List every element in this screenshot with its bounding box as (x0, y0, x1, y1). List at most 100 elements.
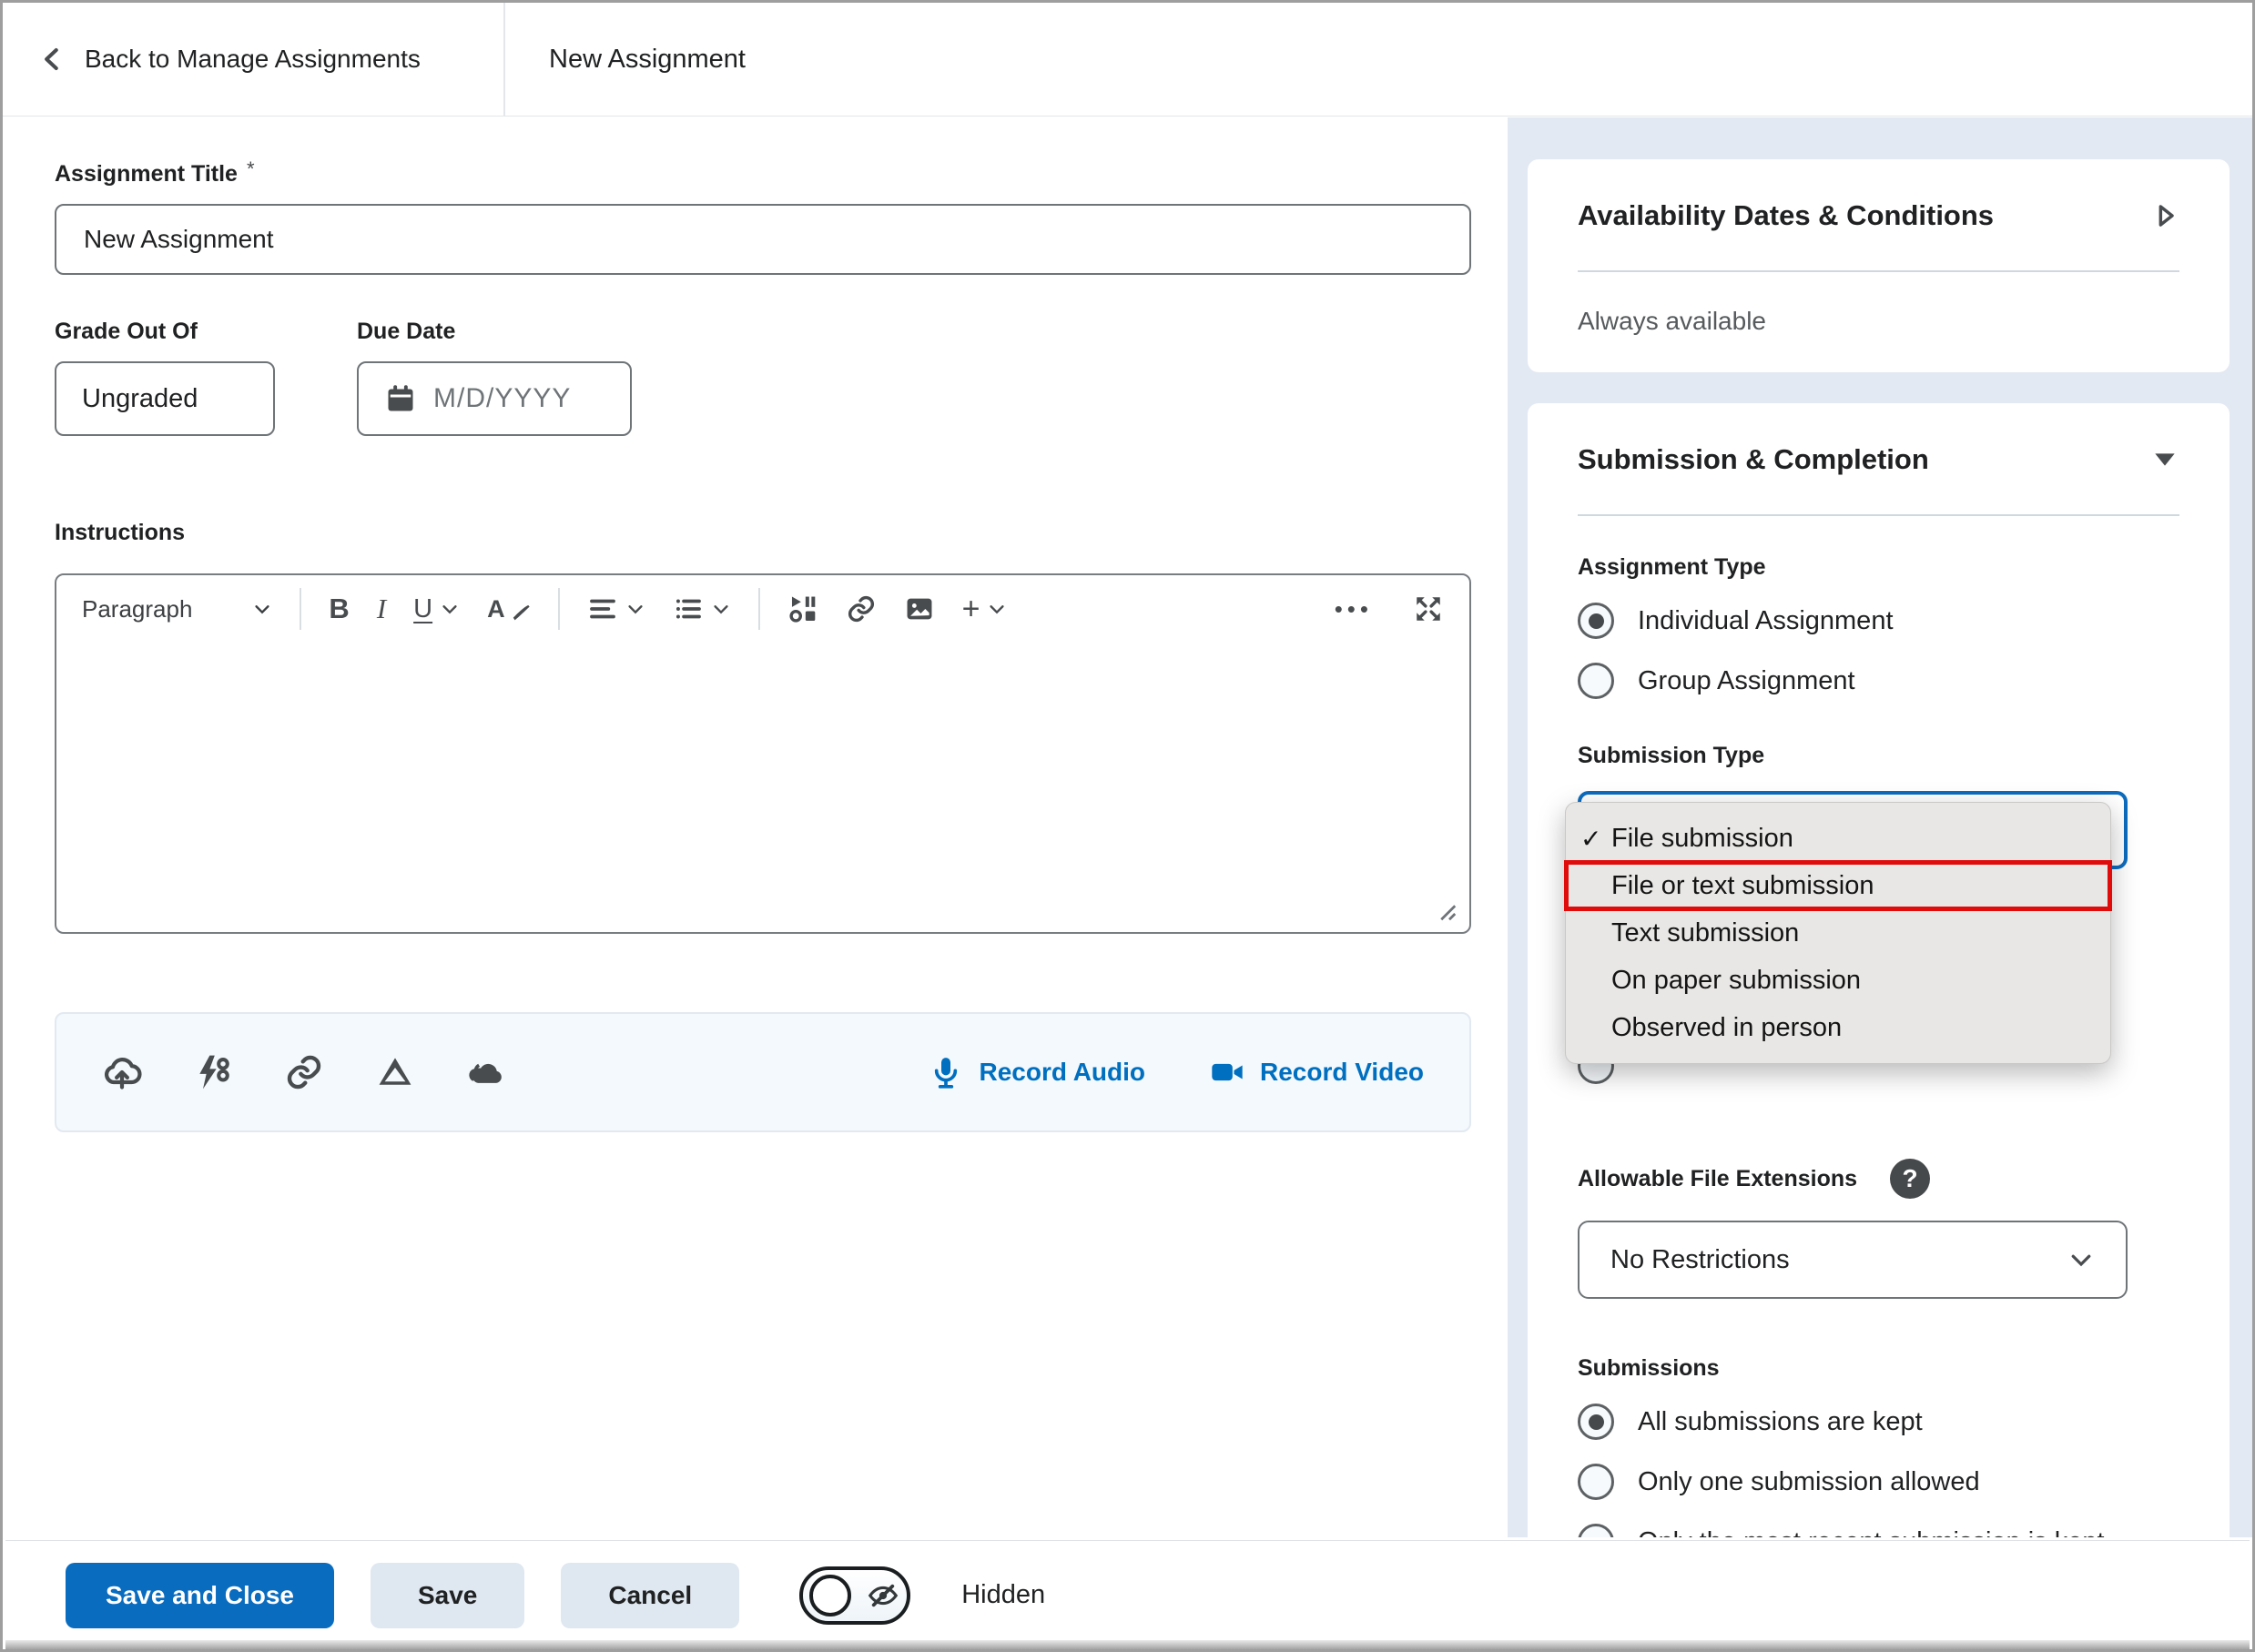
chevron-down-icon (2067, 1246, 2095, 1273)
new-assignment-screen: Back to Manage Assignments New Assignmen… (0, 0, 2255, 1652)
attach-weblink-icon[interactable] (284, 1052, 324, 1092)
back-link[interactable]: Back to Manage Assignments (39, 45, 503, 74)
settings-sidebar: Availability Dates & Conditions Always a… (1508, 117, 2252, 1537)
video-camera-icon (1209, 1054, 1245, 1090)
availability-title: Availability Dates & Conditions (1578, 199, 1994, 232)
italic-button[interactable]: I (377, 593, 386, 625)
chevron-down-icon (711, 599, 731, 619)
fullscreen-button[interactable] (1413, 593, 1444, 624)
radio-individual-assignment[interactable]: Individual Assignment (1578, 603, 2179, 639)
submissions-label: Submissions (1578, 1355, 2179, 1382)
insert-image-button[interactable] (904, 593, 935, 624)
file-extensions-label: Allowable File Extensions ? (1578, 1159, 2179, 1199)
menu-option-file-or-text-submission[interactable]: File or text submission (1566, 862, 2110, 909)
align-button[interactable] (587, 593, 645, 624)
underline-button[interactable]: U (413, 594, 460, 624)
save-and-close-button[interactable]: Save and Close (66, 1563, 334, 1628)
radio-button (1578, 663, 1614, 699)
check-icon: ✓ (1580, 824, 1601, 854)
card-divider (1578, 270, 2179, 272)
grade-out-of-button[interactable]: Ungraded (55, 361, 275, 436)
toolbar-divider (758, 588, 760, 630)
toolbar-right-group: ••• (1335, 593, 1444, 624)
chevron-down-icon (987, 599, 1007, 619)
fullscreen-icon (1413, 593, 1444, 624)
radio-button (1578, 1464, 1614, 1500)
calendar-icon (384, 382, 417, 415)
header-divider (503, 3, 505, 116)
menu-option-on-paper-submission[interactable]: On paper submission (1566, 957, 2110, 1004)
radio-group-assignment[interactable]: Group Assignment (1578, 663, 2179, 699)
submission-completion-header[interactable]: Submission & Completion (1578, 443, 2179, 476)
header: Back to Manage Assignments New Assignmen… (3, 3, 2252, 117)
brush-icon (511, 603, 531, 623)
assignment-title-input[interactable] (55, 204, 1471, 275)
attach-existing-activity-icon[interactable] (193, 1052, 233, 1092)
toolbar-overflow-button[interactable]: ••• (1335, 595, 1373, 623)
visibility-toggle[interactable] (799, 1566, 910, 1625)
menu-option-observed-in-person[interactable]: Observed in person (1566, 1004, 2110, 1051)
font-color-button[interactable]: A (487, 595, 531, 623)
file-extensions-select[interactable]: No Restrictions (1578, 1221, 2128, 1299)
toggle-knob (809, 1575, 851, 1617)
record-video-button[interactable]: Record Video (1209, 1054, 1424, 1090)
back-chevron-icon (39, 46, 66, 73)
submission-type-menu: ✓ File submission File or text submissio… (1565, 802, 2111, 1064)
insert-more-button[interactable]: + (962, 592, 1008, 627)
availability-header[interactable]: Availability Dates & Conditions (1578, 199, 2179, 232)
chevron-down-icon (440, 599, 460, 619)
insert-stuff-icon (787, 593, 818, 624)
chevron-right-icon (2150, 201, 2179, 230)
chevron-down-icon (625, 599, 645, 619)
availability-status: Always available (1578, 307, 2179, 336)
submission-completion-card: Submission & Completion Assignment Type … (1528, 403, 2230, 1537)
radio-most-recent-submission[interactable]: Only the most recent submission is kept (1578, 1524, 2179, 1537)
due-date-label: Due Date (357, 319, 632, 345)
due-date-input[interactable]: M/D/YYYY (357, 361, 632, 436)
content: Assignment Title * Grade Out Of Ungraded… (3, 117, 2252, 1537)
toolbar-divider (300, 588, 301, 630)
bullet-list-icon (673, 593, 704, 624)
insert-link-button[interactable] (846, 593, 877, 624)
grade-field: Grade Out Of Ungraded (55, 319, 275, 436)
radio-button (1578, 1404, 1614, 1440)
required-asterisk: * (247, 157, 255, 184)
instructions-label: Instructions (55, 520, 1508, 546)
insert-stuff-button[interactable] (787, 593, 818, 624)
availability-card: Availability Dates & Conditions Always a… (1528, 159, 2230, 372)
attachments-bar: Record Audio Record Video (55, 1012, 1471, 1132)
menu-option-text-submission[interactable]: Text submission (1566, 909, 2110, 957)
microphone-icon (928, 1054, 964, 1090)
instructions-editor: Paragraph B I U A (55, 573, 1471, 934)
file-upload-icon[interactable] (102, 1052, 142, 1092)
assignment-form: Assignment Title * Grade Out Of Ungraded… (3, 117, 1508, 1537)
resize-handle[interactable] (1431, 896, 1458, 923)
toolbar-divider (558, 588, 560, 630)
card-divider (1578, 514, 2179, 516)
image-icon (904, 593, 935, 624)
back-label: Back to Manage Assignments (85, 45, 421, 74)
paragraph-style-select[interactable]: Paragraph (82, 595, 272, 623)
cancel-button[interactable]: Cancel (561, 1563, 739, 1628)
radio-button (1578, 1524, 1614, 1537)
bold-button[interactable]: B (329, 593, 349, 625)
google-drive-icon[interactable] (375, 1052, 415, 1092)
link-icon (846, 593, 877, 624)
assignment-title-label: Assignment Title * (55, 161, 1508, 187)
radio-all-submissions-kept[interactable]: All submissions are kept (1578, 1404, 2179, 1440)
save-button[interactable]: Save (371, 1563, 524, 1628)
grade-due-row: Grade Out Of Ungraded Due Date (55, 319, 1471, 436)
help-icon[interactable]: ? (1890, 1159, 1930, 1199)
menu-option-file-submission[interactable]: ✓ File submission (1566, 815, 2110, 862)
record-audio-button[interactable]: Record Audio (928, 1054, 1145, 1090)
visibility-label: Hidden (961, 1580, 1045, 1610)
list-button[interactable] (673, 593, 731, 624)
triangle-down-icon (2150, 445, 2179, 474)
onedrive-icon[interactable] (466, 1052, 506, 1092)
due-date-placeholder: M/D/YYYY (433, 383, 571, 414)
submission-type-label: Submission Type (1578, 743, 2179, 769)
due-date-field: Due Date M/D/YYYY (357, 319, 632, 436)
align-icon (587, 593, 618, 624)
radio-only-one-submission[interactable]: Only one submission allowed (1578, 1464, 2179, 1500)
page-title: New Assignment (549, 45, 746, 75)
